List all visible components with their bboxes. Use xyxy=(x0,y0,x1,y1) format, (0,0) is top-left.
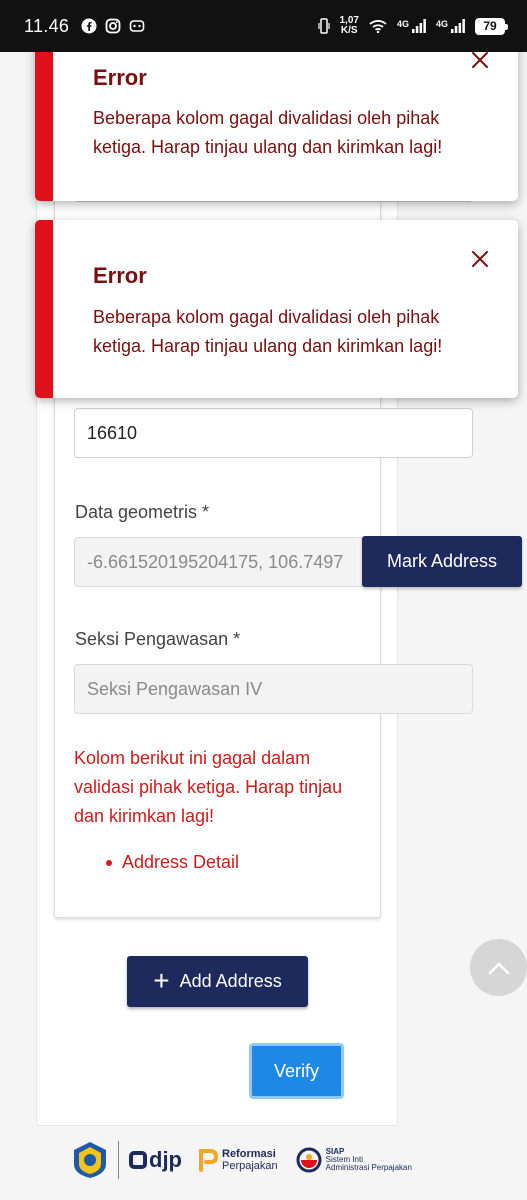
failed-field-item: Address Detail xyxy=(106,852,239,873)
game-controller-icon xyxy=(129,20,145,32)
instagram-icon xyxy=(105,18,121,34)
chevron-up-icon xyxy=(488,962,509,974)
scroll-to-top-button[interactable] xyxy=(470,939,527,996)
vibrate-icon xyxy=(317,18,330,34)
add-address-label: Add Address xyxy=(179,971,282,991)
siap-logo: SIAP Sistem Inti Administrasi Perpajakan xyxy=(296,1147,412,1173)
error-toast-2: Error Beberapa kolom gagal divalidasi ol… xyxy=(35,220,518,398)
geometry-label: Data geometris * xyxy=(75,502,210,522)
verify-button[interactable]: Verify xyxy=(249,1043,344,1099)
seksi-input: Seksi Pengawasan IV xyxy=(74,664,473,714)
wifi-icon xyxy=(369,20,387,33)
reformasi-logo: Reformasi Perpajakan xyxy=(198,1148,278,1172)
bullet-icon xyxy=(106,859,112,866)
close-icon[interactable] xyxy=(470,249,490,269)
validation-error-message: Kolom berikut ini gagal dalam validasi p… xyxy=(74,748,343,826)
postal-code-input[interactable]: 16610 xyxy=(74,408,473,458)
status-bar: 11.46 1,07 K/S 4G 4G 79 xyxy=(0,0,527,52)
signal-bars-icon xyxy=(411,19,426,33)
status-time: 11.46 xyxy=(24,15,70,36)
footer-divider xyxy=(118,1141,119,1179)
status-left: 11.46 xyxy=(24,16,145,37)
djp-logo: djp xyxy=(129,1147,182,1173)
toast-message: Beberapa kolom gagal divalidasi oleh pih… xyxy=(93,307,443,356)
footer-logos: djp Reformasi Perpajakan SIAP Sistem Int… xyxy=(70,1138,412,1182)
mark-address-button[interactable]: Mark Address xyxy=(362,536,522,587)
signal-bars-icon xyxy=(451,19,465,33)
toast-message: Beberapa kolom gagal divalidasi oleh pih… xyxy=(93,108,443,157)
add-address-button[interactable]: + Add Address xyxy=(127,956,308,1007)
toast-title: Error xyxy=(93,263,147,288)
network-speed: 1,07 K/S xyxy=(339,15,359,36)
siap-logo-icon xyxy=(296,1147,322,1173)
geometry-input: -6.661520195204175, 106.7497 xyxy=(74,537,364,587)
djp-ring-icon xyxy=(129,1151,147,1169)
battery-indicator: 79 xyxy=(475,17,508,35)
error-toast-1: Error Beberapa kolom gagal divalidasi ol… xyxy=(35,38,518,201)
plus-icon: + xyxy=(153,964,170,996)
facebook-icon xyxy=(81,18,97,34)
signal-1: 4G xyxy=(397,19,426,33)
seksi-label: Seksi Pengawasan * xyxy=(75,629,241,649)
failed-field-label: Address Detail xyxy=(122,852,240,872)
reformasi-r-icon xyxy=(199,1149,218,1172)
status-right: 1,07 K/S 4G 4G 79 xyxy=(317,15,508,36)
toast-title: Error xyxy=(93,65,147,90)
kemenkeu-logo-icon xyxy=(74,1142,106,1178)
close-icon[interactable] xyxy=(470,50,490,70)
signal-2: 4G xyxy=(436,19,465,33)
